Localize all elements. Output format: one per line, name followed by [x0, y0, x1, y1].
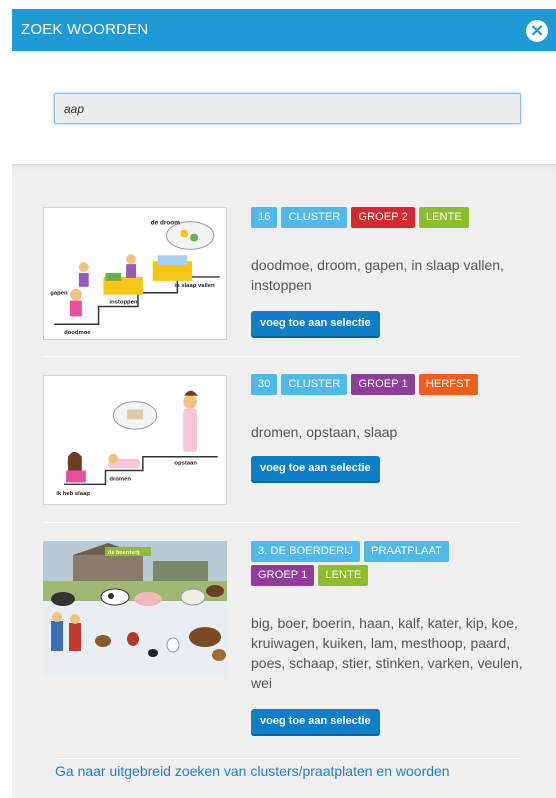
add-to-selection-button[interactable]: voeg toe aan selectie — [251, 456, 380, 481]
badge-row: 3. DE BOERDERIJ PRAATPLAAT GROEP 1 LENTE — [251, 541, 481, 586]
dialog-title: ZOEK WOORDEN — [21, 21, 149, 38]
add-to-selection-button[interactable]: voeg toe aan selectie — [251, 311, 380, 336]
result-thumbnail[interactable]: de droom gapen in slaap vallen instoppen… — [43, 207, 227, 340]
image-label: in slaap vallen — [174, 283, 215, 289]
result-words: big, boer, boerin, haan, kalf, kater, ki… — [251, 615, 523, 691]
result-item: de boerderij 3. DE BOERDERIJ PRAATPLAAT … — [43, 523, 523, 758]
result-thumbnail[interactable]: de boerderij — [43, 541, 227, 677]
season-badge: HERFST — [418, 374, 478, 395]
group-badge: GROEP 2 — [351, 207, 415, 228]
result-words: dromen, opstaan, slaap — [251, 424, 398, 440]
dialog-header: ZOEK WOORDEN × — [12, 9, 556, 51]
image-label: de boerderij — [108, 550, 140, 556]
type-badge: PRAATPLAAT — [364, 541, 449, 562]
result-words: doodmoe, droom, gapen, in slaap vallen, … — [251, 257, 504, 293]
image-label: de droom — [151, 220, 180, 227]
result-thumbnail[interactable]: opstaan dromen ik heb slaap — [43, 375, 227, 505]
season-badge: LENTE — [418, 207, 469, 228]
group-badge: GROEP 1 — [351, 374, 415, 395]
type-badge: CLUSTER — [281, 374, 348, 395]
footer-divider — [55, 758, 521, 759]
result-info: 16 CLUSTER GROEP 2 LENTE doodmoe, droom,… — [251, 207, 526, 336]
cluster-number-badge: 16 — [251, 207, 278, 228]
image-label: opstaan — [174, 461, 197, 467]
type-badge: CLUSTER — [281, 207, 348, 228]
search-area — [12, 51, 556, 164]
image-label: doodmoe — [64, 330, 91, 336]
group-badge: GROEP 1 — [251, 565, 315, 586]
add-to-selection-button[interactable]: voeg toe aan selectie — [251, 709, 380, 734]
dreaming-illustration: opstaan dromen ik heb slaap — [44, 376, 226, 504]
badge-row: 30 CLUSTER GROEP 1 HERFST — [251, 374, 526, 395]
badge-row: 16 CLUSTER GROEP 2 LENTE — [251, 207, 526, 228]
image-label: instoppen — [109, 300, 138, 306]
result-item: de droom gapen in slaap vallen instoppen… — [43, 193, 521, 357]
season-badge: LENTE — [318, 565, 369, 586]
close-icon[interactable]: × — [526, 20, 548, 42]
cluster-number-badge: 30 — [251, 374, 278, 395]
advanced-search-link[interactable]: Ga naar uitgebreid zoeken van clusters/p… — [55, 763, 450, 779]
bedtime-illustration: de droom gapen in slaap vallen instoppen… — [44, 208, 226, 339]
image-label: ik heb slaap — [56, 491, 90, 497]
result-item: opstaan dromen ik heb slaap 30 CLUSTER G… — [43, 357, 521, 523]
result-info: 30 CLUSTER GROEP 1 HERFST dromen, opstaa… — [251, 374, 526, 481]
title-badge: 3. DE BOERDERIJ — [251, 541, 361, 562]
farm-illustration: de boerderij — [43, 541, 227, 677]
search-input[interactable] — [54, 93, 521, 124]
image-label: gapen — [50, 291, 68, 297]
image-label: dromen — [109, 476, 131, 482]
result-info: 3. DE BOERDERIJ PRAATPLAAT GROEP 1 LENTE… — [251, 541, 526, 734]
